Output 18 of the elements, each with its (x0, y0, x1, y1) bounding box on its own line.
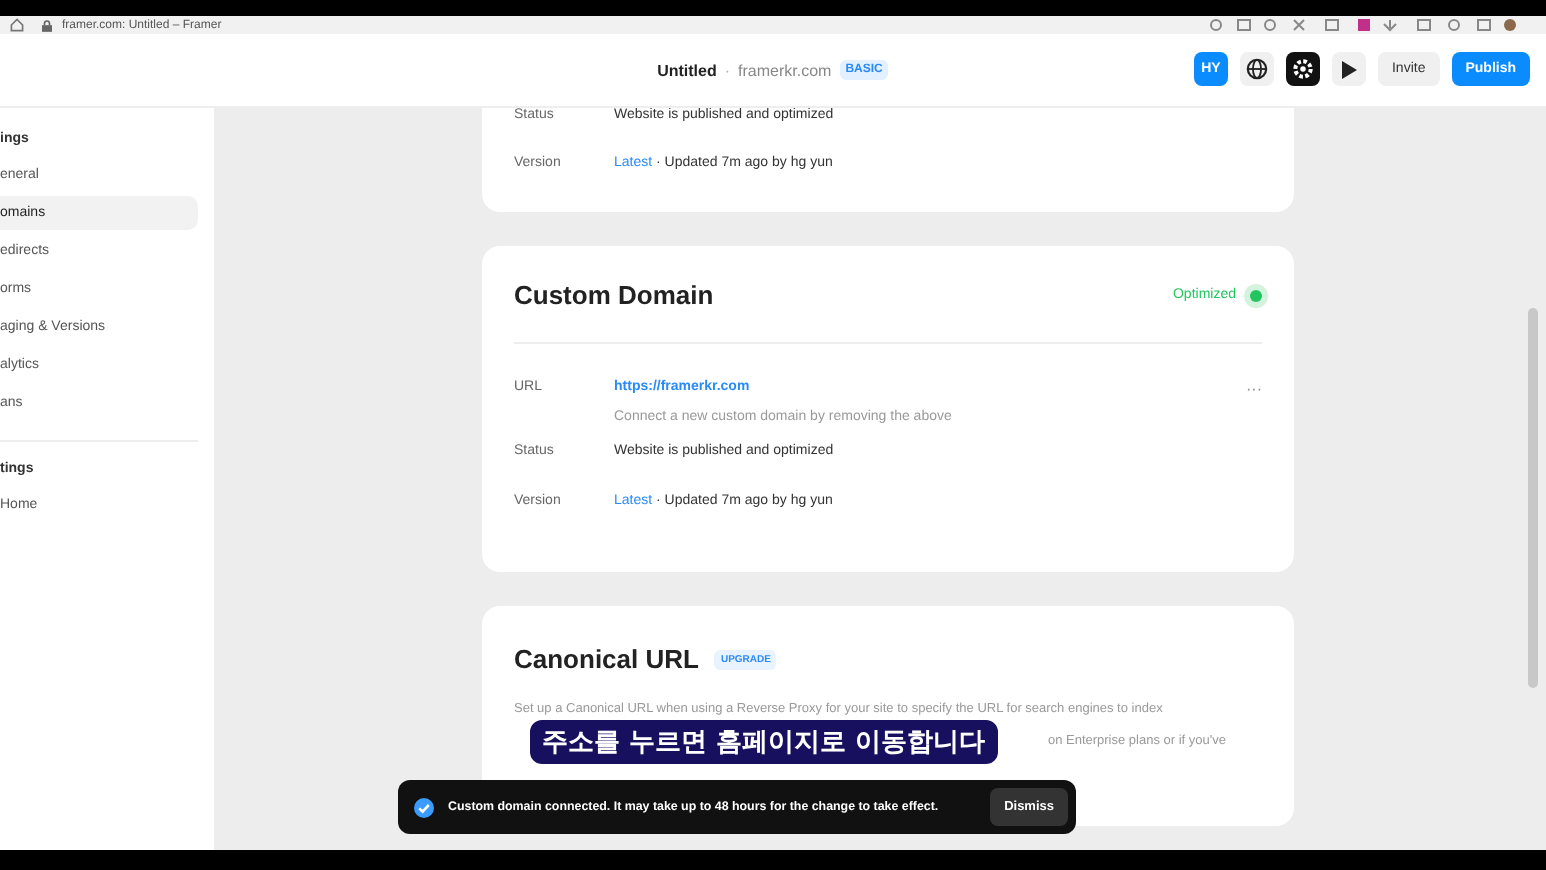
settings-button[interactable] (1285, 52, 1320, 86)
status-dot (1250, 289, 1262, 301)
scrollbar[interactable] (1528, 308, 1538, 688)
check-icon (414, 797, 434, 817)
play-button[interactable] (1331, 52, 1366, 86)
separator-dot: · (724, 61, 731, 79)
settings-icon (1291, 58, 1314, 80)
caption-overlay: 주소를 누르면 홈페이지로 이동합니다 (528, 718, 1000, 766)
card-title: Canonical URL (514, 644, 699, 674)
domain-text: framerkr.com (738, 61, 832, 79)
lock-icon (42, 19, 52, 31)
play-icon (1339, 59, 1358, 79)
card-title: Custom Domain (514, 280, 714, 310)
more-button[interactable]: ··· (1246, 380, 1262, 398)
globe-icon (1245, 58, 1268, 80)
project-title: Untitled (657, 61, 717, 79)
globe-button[interactable] (1239, 52, 1274, 86)
home-icon[interactable] (10, 18, 24, 32)
